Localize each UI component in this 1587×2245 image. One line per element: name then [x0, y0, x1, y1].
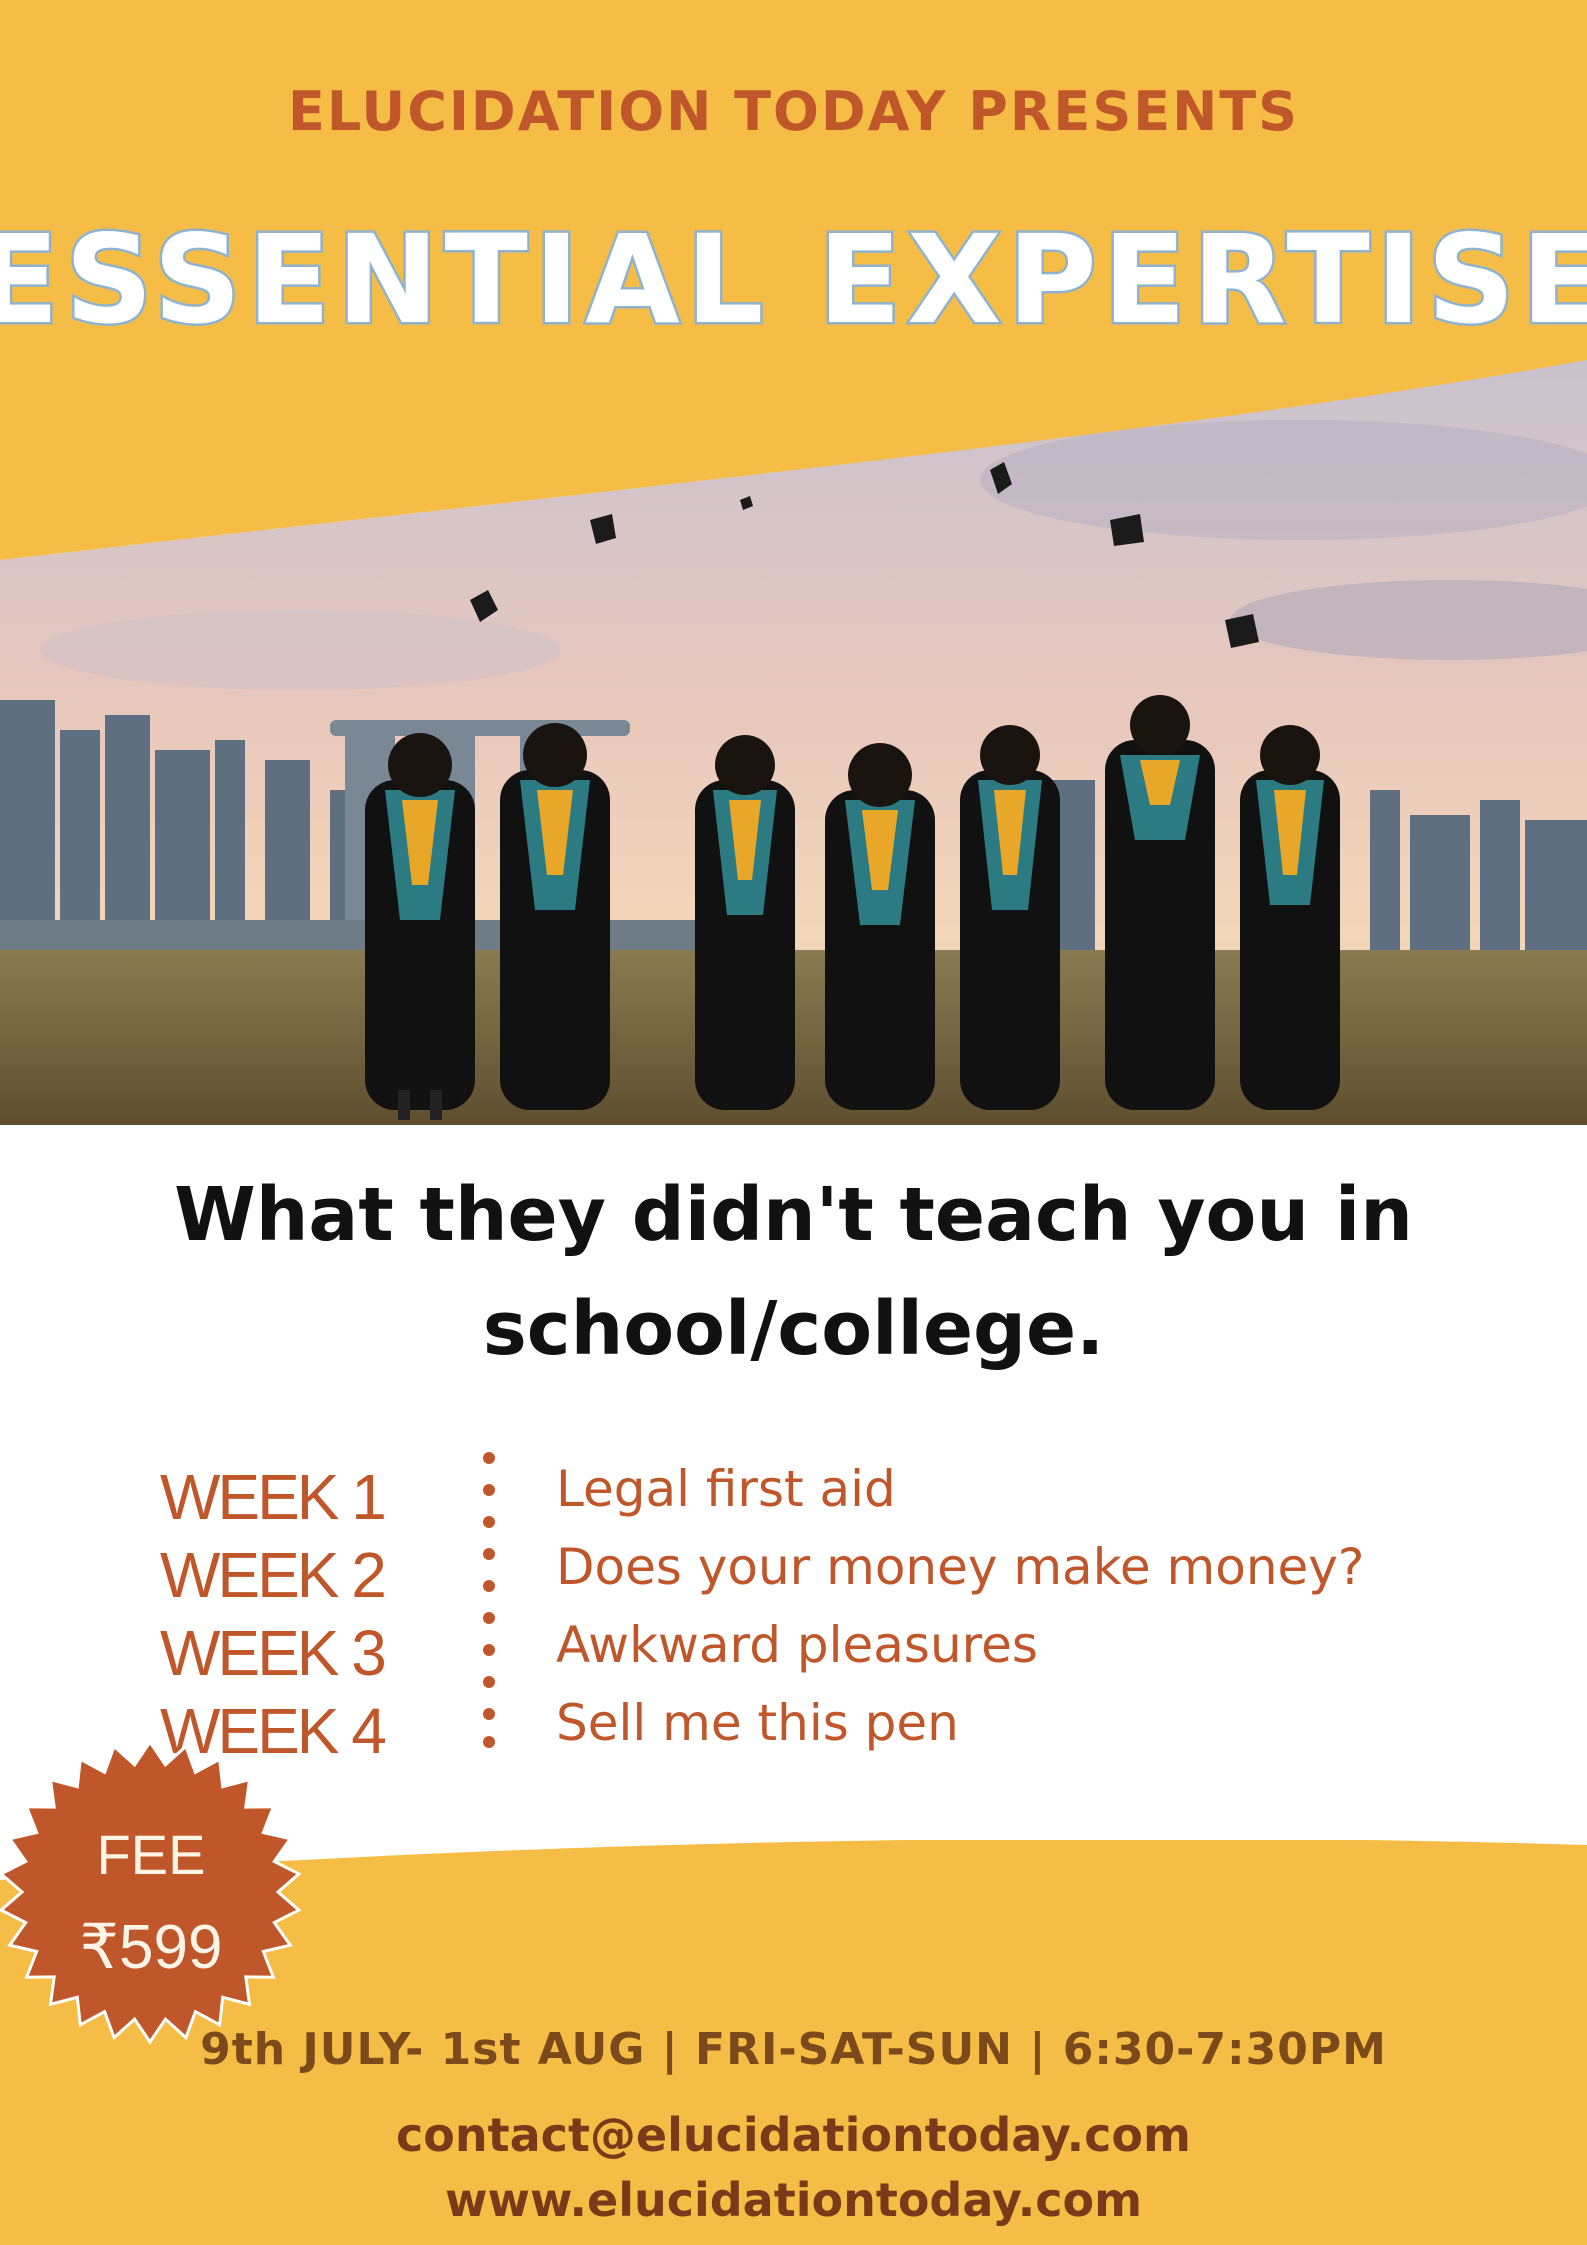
week-label: WEEK 3	[160, 1617, 387, 1689]
event-title-text: ESSENTIAL EXPERTISE	[0, 209, 1587, 351]
presenter-heading: ELUCIDATION TODAY PRESENTS	[287, 80, 1300, 143]
fee-badge	[0, 1742, 310, 2052]
topic-label: Awkward pleasures	[556, 1616, 1038, 1674]
tagline-line-2: school/college.	[482, 1286, 1105, 1372]
week-label: WEEK 2	[160, 1539, 387, 1611]
event-title: ESSENTIAL EXPERTISE	[0, 190, 1587, 360]
tagline-line-1: What they didn't teach you in	[174, 1172, 1413, 1258]
graduation-photo	[0, 360, 1587, 1125]
topic-label: Sell me this pen	[556, 1694, 959, 1752]
schedule-text: 9th JULY- 1st AUG | FRI-SAT-SUN | 6:30-7…	[200, 2024, 1387, 2075]
topic-list: Legal first aid Does your money make mon…	[556, 1450, 1556, 1762]
contact-email[interactable]: contact@elucidationtoday.com	[0, 2108, 1587, 2162]
tagline: What they didn't teach you in school/col…	[100, 1158, 1487, 1386]
fee-amount: ₹599	[79, 1913, 223, 1982]
website-link[interactable]: www.elucidationtoday.com	[0, 2173, 1587, 2227]
dotted-divider	[482, 1450, 496, 1750]
fee-label: FEE	[96, 1823, 206, 1886]
week-list: WEEK 1 WEEK 2 WEEK 3 WEEK 4	[160, 1458, 420, 1770]
topic-label: Legal first aid	[556, 1460, 896, 1518]
topic-label: Does your money make money?	[556, 1538, 1365, 1596]
week-label: WEEK 1	[160, 1461, 387, 1533]
